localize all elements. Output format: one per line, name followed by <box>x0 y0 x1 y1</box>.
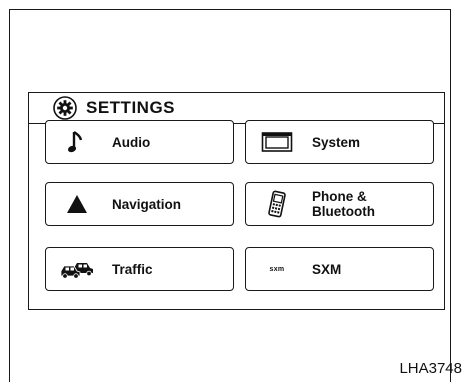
cars-icon <box>60 254 94 284</box>
phone-bluetooth-button[interactable]: Phone & Bluetooth <box>245 182 434 226</box>
figure-caption: LHA3748 <box>399 360 462 377</box>
system-button[interactable]: System <box>245 120 434 164</box>
settings-screen: SETTINGS Audio System Navigation Phone &… <box>28 92 445 310</box>
traffic-label: Traffic <box>112 261 153 277</box>
sxm-button[interactable]: sxm SXM <box>245 247 434 291</box>
system-label: System <box>312 134 361 150</box>
page-title: SETTINGS <box>86 98 176 117</box>
cell-phone-icon <box>260 189 294 219</box>
audio-button[interactable]: Audio <box>45 120 234 164</box>
phone-label-line2: Bluetooth <box>312 204 375 219</box>
music-note-icon <box>60 127 94 157</box>
traffic-button[interactable]: Traffic <box>45 247 234 291</box>
phone-bluetooth-label: Phone & Bluetooth <box>312 189 375 219</box>
sxm-label: SXM <box>312 261 342 277</box>
navigation-button[interactable]: Navigation <box>45 182 234 226</box>
phone-label-line1: Phone & <box>312 189 367 204</box>
sxm-logo-text: sxm <box>269 265 285 273</box>
display-icon <box>260 127 294 157</box>
navigation-label: Navigation <box>112 196 182 212</box>
audio-label: Audio <box>112 134 151 150</box>
gear-icon <box>53 96 77 120</box>
triangle-arrow-icon <box>60 189 94 219</box>
sxm-logo-icon: sxm <box>260 254 294 284</box>
